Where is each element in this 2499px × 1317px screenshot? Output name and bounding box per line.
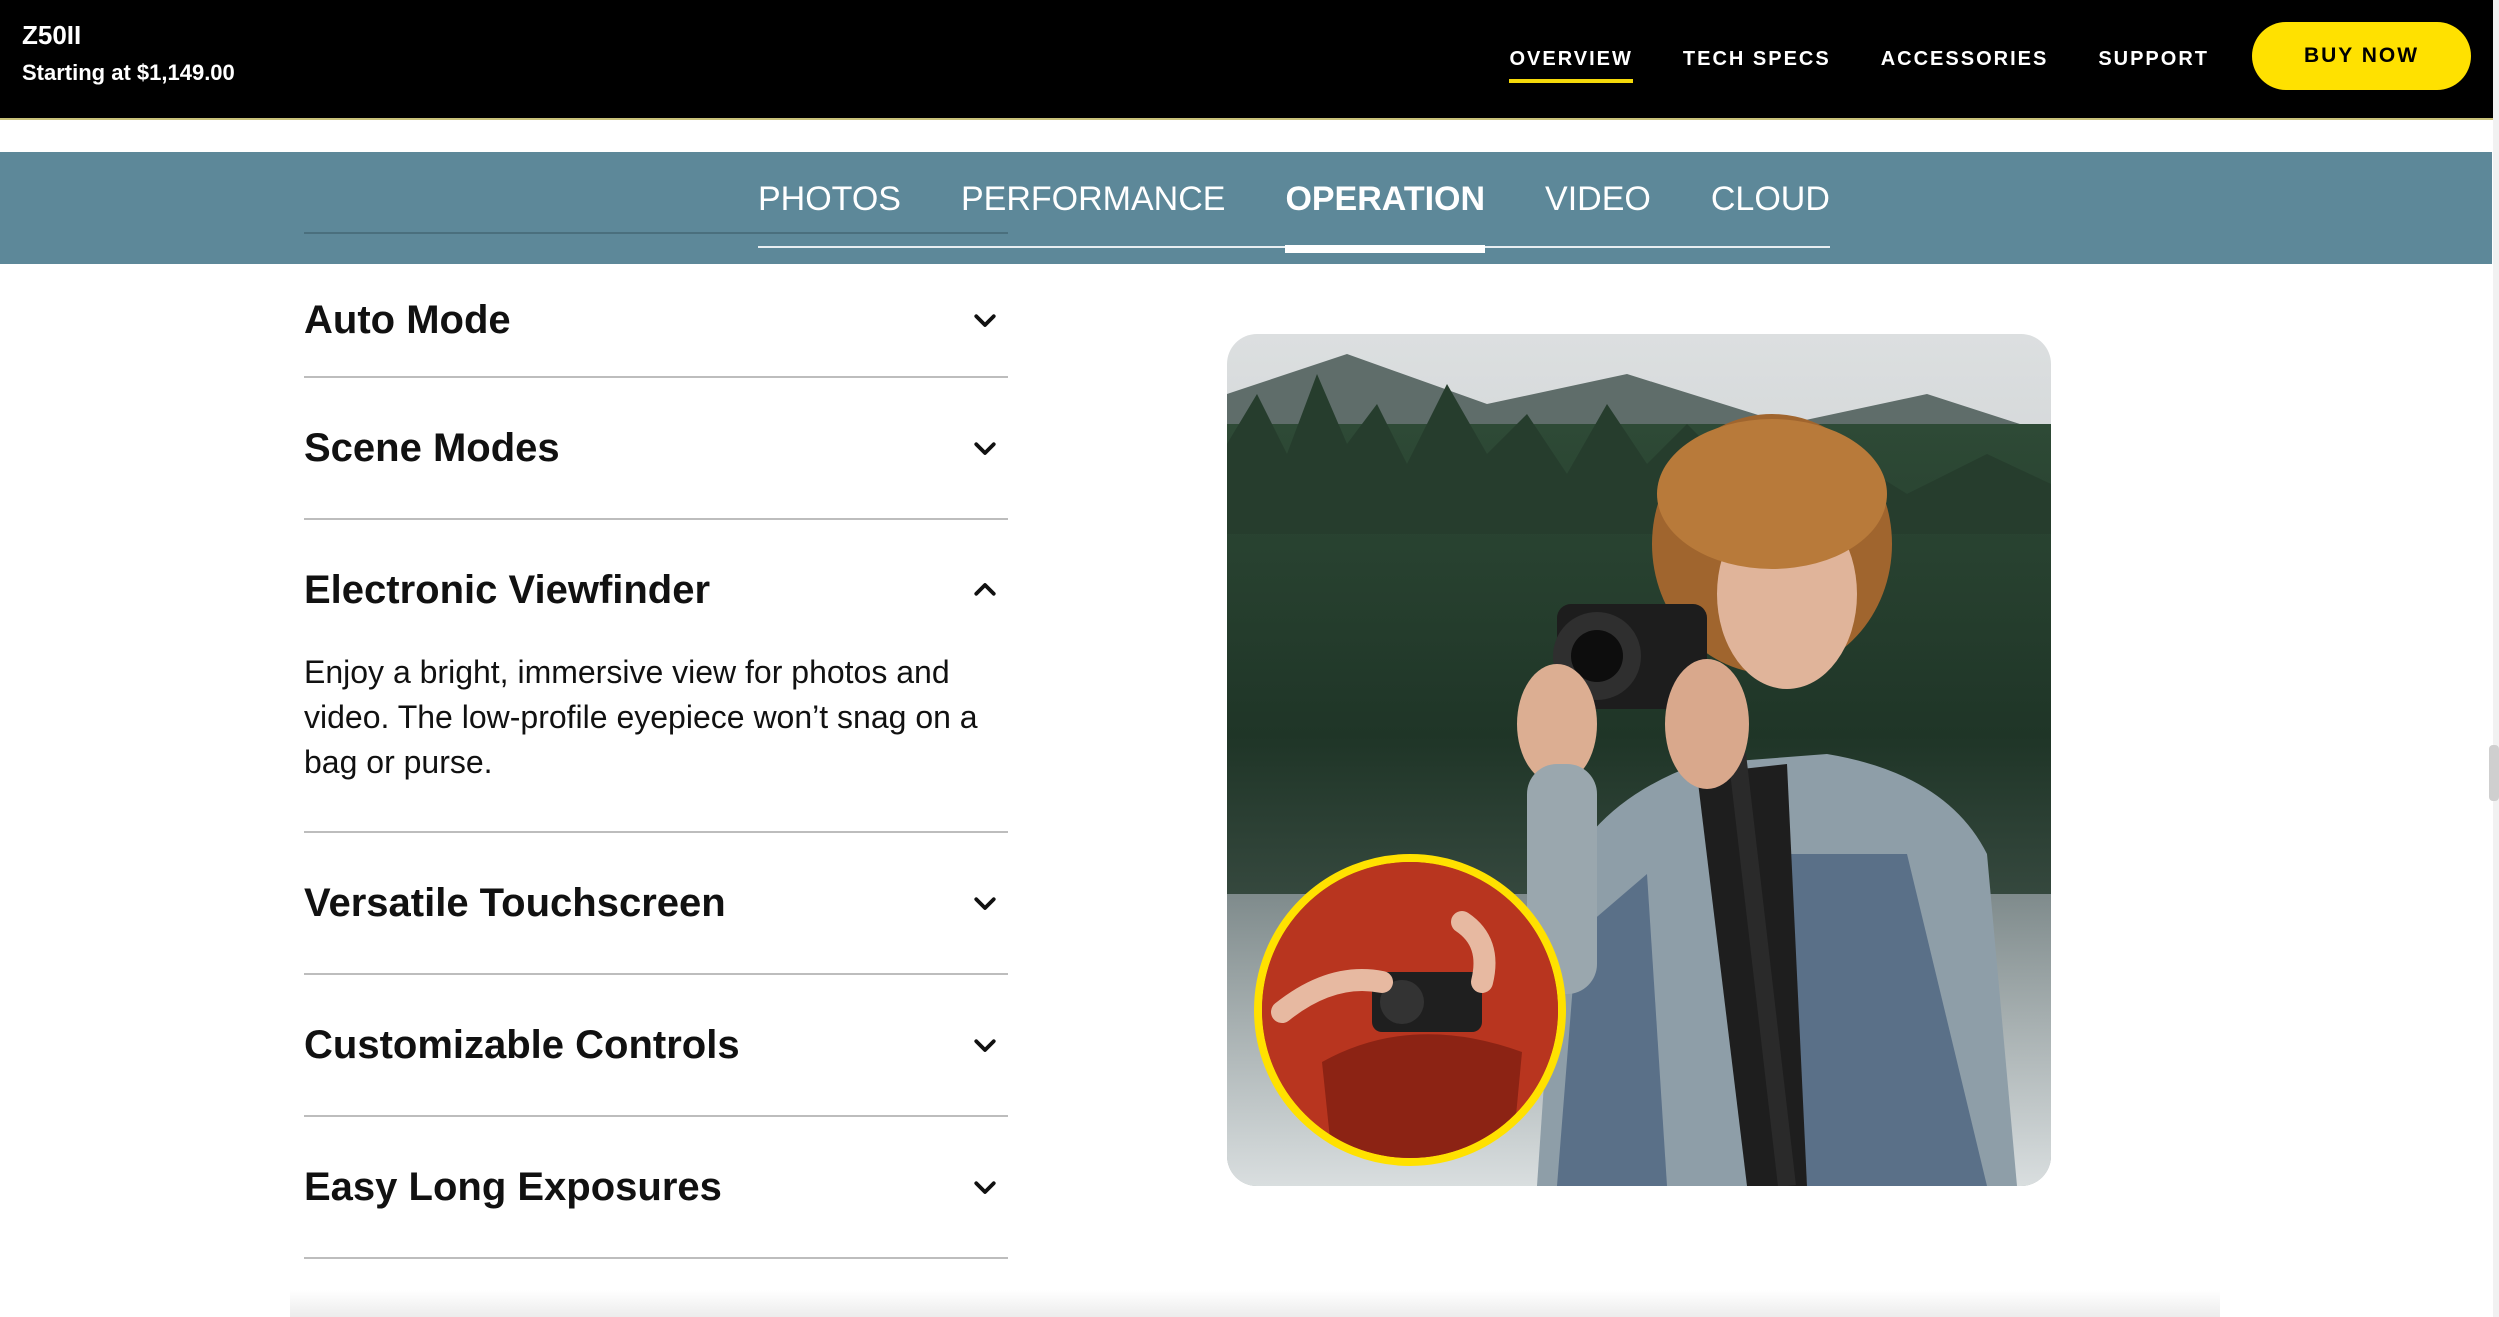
buy-now-button[interactable]: BUY NOW — [2252, 22, 2471, 90]
accordion-item-scene-modes: Scene Modes — [304, 378, 1008, 520]
accordion-header-customizable-controls[interactable]: Customizable Controls — [304, 975, 1008, 1115]
tab-operation[interactable]: OPERATION — [1285, 151, 1485, 253]
accordion-header-electronic-viewfinder[interactable]: Electronic Viewfinder — [304, 520, 1008, 660]
accordion-item-customizable-controls: Customizable Controls — [304, 975, 1008, 1117]
nav-tech-specs[interactable]: TECH SPECS — [1683, 42, 1831, 77]
bottom-fade — [290, 1290, 2220, 1317]
feature-accordion: Auto Mode Scene Modes Electronic Viewfin… — [304, 264, 1008, 1259]
tab-performance[interactable]: PERFORMANCE — [961, 151, 1225, 247]
page-scrollbar-track[interactable] — [2493, 0, 2499, 1317]
accordion-title: Customizable Controls — [304, 1022, 740, 1067]
accordion-title: Auto Mode — [304, 297, 511, 342]
tab-cloud[interactable]: CLOUD — [1711, 151, 1830, 247]
inset-bag-photo — [1254, 854, 1566, 1166]
nav-overview[interactable]: OVERVIEW — [1509, 42, 1634, 83]
tab-video[interactable]: VIDEO — [1545, 151, 1651, 247]
nav-accessories[interactable]: ACCESSORIES — [1881, 42, 2049, 77]
chevron-down-icon — [974, 1039, 996, 1052]
chevron-down-icon — [974, 1181, 996, 1194]
accordion-title: Easy Long Exposures — [304, 1164, 722, 1209]
page-scrollbar-thumb[interactable] — [2489, 745, 2499, 801]
accordion-header-easy-long-exposures[interactable]: Easy Long Exposures — [304, 1117, 1008, 1257]
accordion-item-easy-long-exposures: Easy Long Exposures — [304, 1117, 1008, 1259]
tab-photos[interactable]: PHOTOS — [758, 151, 901, 247]
accordion-title: Versatile Touchscreen — [304, 880, 726, 925]
product-price: Starting at $1,149.00 — [22, 60, 235, 85]
chevron-up-icon — [974, 583, 996, 596]
chevron-down-icon — [974, 897, 996, 910]
accordion-header-versatile-touchscreen[interactable]: Versatile Touchscreen — [304, 833, 1008, 973]
accordion-item-auto-mode: Auto Mode — [304, 264, 1008, 378]
top-header: Z50II Starting at $1,149.00 OVERVIEW TEC… — [0, 0, 2499, 120]
top-nav: OVERVIEW TECH SPECS ACCESSORIES SUPPORT — [1509, 0, 2209, 118]
accordion-header-auto-mode[interactable]: Auto Mode — [304, 264, 1008, 376]
nav-support[interactable]: SUPPORT — [2098, 42, 2209, 77]
accordion-item-electronic-viewfinder: Electronic Viewfinder Enjoy a bright, im… — [304, 520, 1008, 833]
chevron-down-icon — [974, 314, 996, 327]
chevron-down-icon — [974, 442, 996, 455]
accordion-title: Electronic Viewfinder — [304, 567, 711, 612]
accordion-title: Scene Modes — [304, 425, 560, 470]
accordion-body-text: Enjoy a bright, immersive view for photo… — [304, 654, 978, 780]
accordion-item-versatile-touchscreen: Versatile Touchscreen — [304, 833, 1008, 975]
product-name: Z50II — [22, 20, 82, 50]
section-tabs: PHOTOS PERFORMANCE OPERATION VIDEO CLOUD — [758, 151, 1830, 253]
accordion-header-scene-modes[interactable]: Scene Modes — [304, 378, 1008, 518]
